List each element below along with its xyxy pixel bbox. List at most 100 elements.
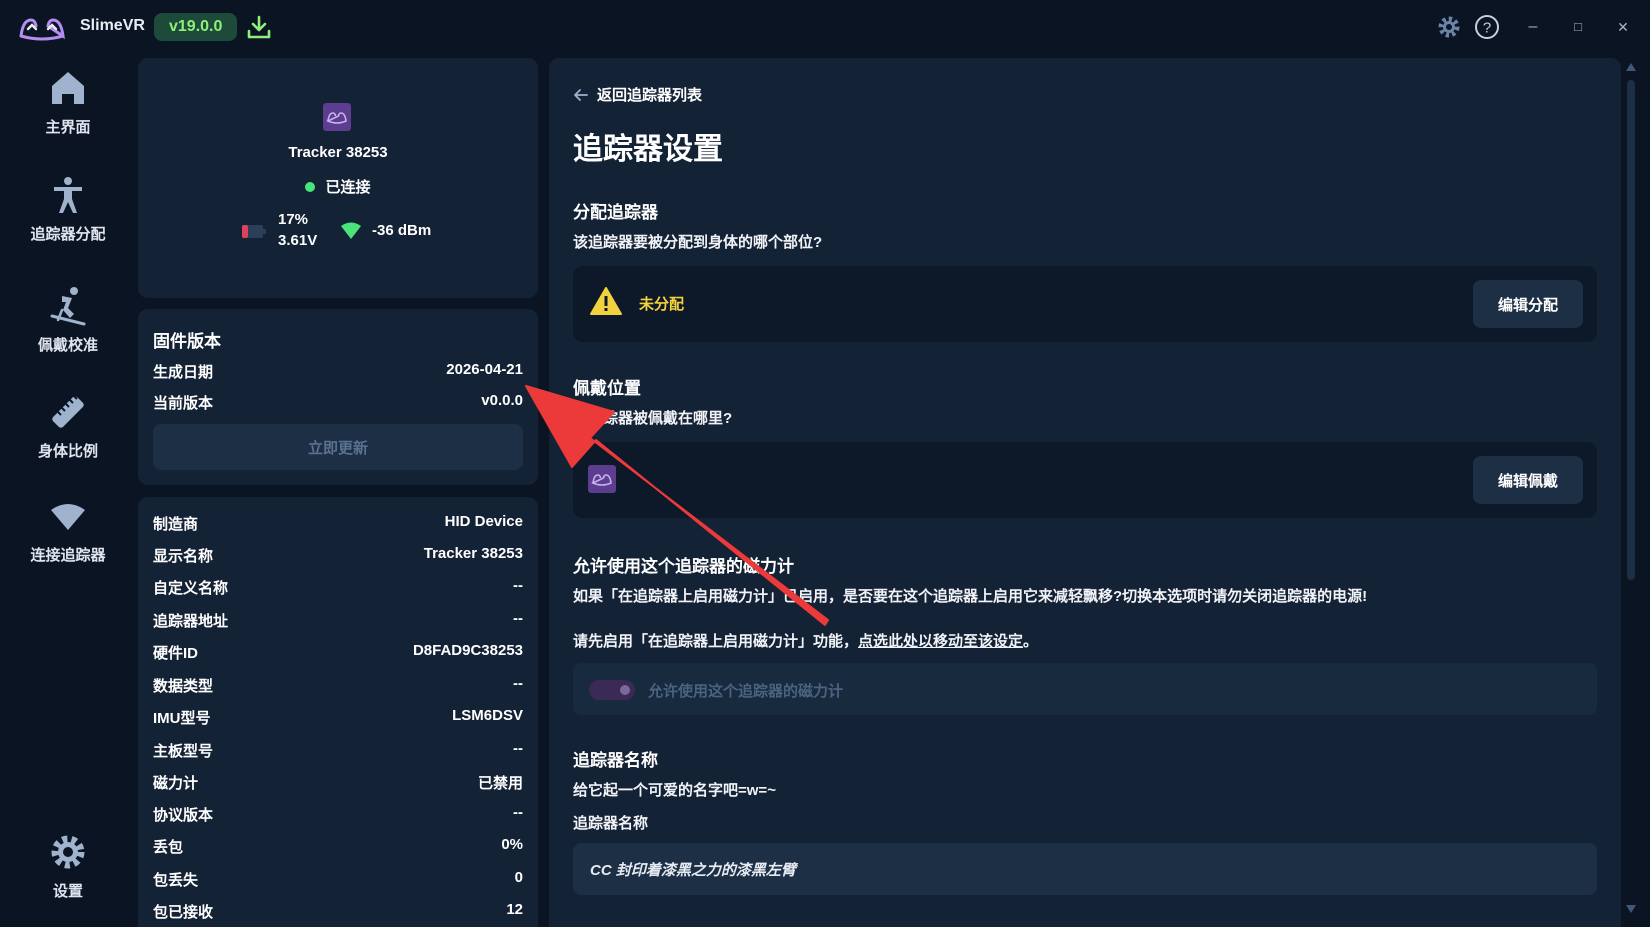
sidebar-item-assign[interactable]: 追踪器分配 <box>0 175 136 270</box>
row-value: HID Device <box>444 513 523 530</box>
edit-assignment-button[interactable]: 编辑分配 <box>1473 280 1583 328</box>
scroll-thumb[interactable] <box>1627 80 1635 580</box>
warning-icon <box>590 287 622 315</box>
back-to-tracker-list-link[interactable]: 返回追踪器列表 <box>573 84 702 105</box>
info-row: 协议版本 -- <box>153 804 523 826</box>
row-key: 硬件ID <box>153 645 199 662</box>
arrow-left-icon <box>574 88 588 101</box>
row-value: 12 <box>506 901 523 918</box>
ruler-icon <box>52 395 84 428</box>
maximize-icon[interactable]: □ <box>1567 16 1589 38</box>
sidebar-item-proportions[interactable]: 身体比例 <box>0 392 136 487</box>
name-field-label: 追踪器名称 <box>573 815 649 832</box>
info-row: 包丢失 0 <box>153 869 523 891</box>
row-key: 数据类型 <box>153 678 214 695</box>
magnetometer-toggle[interactable] <box>589 680 635 700</box>
info-row: 磁力计 已禁用 <box>153 772 523 794</box>
row-key: 主板型号 <box>153 743 214 760</box>
battery-voltage: 3.61V <box>278 232 318 249</box>
assignment-status: 未分配 <box>639 296 685 313</box>
scrollbar[interactable] <box>1622 58 1640 927</box>
toggle-knob <box>620 685 630 695</box>
sidebar-item-home[interactable]: 主界面 <box>0 68 136 163</box>
info-row: 制造商 HID Device <box>153 513 523 535</box>
row-value: -- <box>513 675 523 692</box>
status-text: 已连接 <box>325 179 371 196</box>
tracker-name-input[interactable]: CC 封印着漆黑之力的漆黑左臂 <box>573 843 1597 895</box>
mounting-question: 该追踪器被佩戴在哪里? <box>573 410 733 427</box>
slimevr-logo-icon <box>19 18 65 41</box>
info-row: 显示名称 Tracker 38253 <box>153 545 523 567</box>
row-key: 制造商 <box>153 516 199 533</box>
signal-wifi-icon <box>341 222 361 239</box>
row-key: 当前版本 <box>153 395 214 412</box>
info-row: 追踪器地址 -- <box>153 610 523 632</box>
info-row: 包已接收 12 <box>153 901 523 923</box>
sidebar-item-label: 追踪器分配 <box>30 226 106 243</box>
update-now-button[interactable]: 立即更新 <box>153 424 523 470</box>
name-heading: 追踪器名称 <box>573 751 658 770</box>
row-value: 2026-04-21 <box>446 361 523 378</box>
row-value: v0.0.0 <box>481 392 523 409</box>
help-icon[interactable]: ? <box>1474 14 1500 40</box>
person-icon <box>54 177 82 213</box>
row-value: 0 <box>514 869 523 886</box>
connection-status: 已连接 <box>138 176 538 197</box>
row-value: 0% <box>501 836 523 853</box>
row-value: 已禁用 <box>477 775 523 792</box>
page-title: 追踪器设置 <box>573 133 723 166</box>
close-icon[interactable]: ✕ <box>1612 16 1634 38</box>
go-to-setting-link[interactable]: 点选此处以移动至该设定 <box>858 633 1023 650</box>
sidebar-item-label: 主界面 <box>45 119 91 136</box>
row-key: 包丢失 <box>153 872 199 889</box>
row-key: 包已接收 <box>153 904 214 921</box>
row-key: IMU型号 <box>153 710 211 727</box>
tracker-settings-panel: 返回追踪器列表 追踪器设置 分配追踪器 该追踪器要被分配到身体的哪个部位? 未分… <box>549 58 1621 927</box>
magnetometer-heading: 允许使用这个追踪器的磁力计 <box>573 557 794 576</box>
settings-gear-icon <box>51 835 85 869</box>
hint-suffix: 。 <box>1023 633 1039 650</box>
battery-readout: 17% 3.61V <box>278 209 317 251</box>
info-row: IMU型号 LSM6DSV <box>153 707 523 729</box>
device-info-card: 制造商 HID Device 显示名称 Tracker 38253 自定义名称 -- … <box>138 497 538 927</box>
name-subtitle: 给它起一个可爱的名字吧=w=~ <box>573 782 776 799</box>
firmware-version-row: 当前版本 v0.0.0 <box>153 392 523 414</box>
row-key: 丢包 <box>153 839 184 856</box>
status-dot <box>305 182 316 192</box>
wifi-icon <box>51 504 85 530</box>
back-link-label: 返回追踪器列表 <box>597 87 703 104</box>
row-key: 生成日期 <box>153 364 214 381</box>
info-row: 数据类型 -- <box>153 675 523 697</box>
row-value: Tracker 38253 <box>423 545 523 562</box>
sidebar: 主界面 追踪器分配 佩戴校准 身体比例 连接追踪器 设置 <box>0 54 136 927</box>
row-value: LSM6DSV <box>452 707 523 724</box>
sidebar-item-calibration[interactable]: 佩戴校准 <box>0 286 136 381</box>
sidebar-item-settings[interactable]: 设置 <box>0 832 136 927</box>
sidebar-item-label: 佩戴校准 <box>37 337 98 354</box>
row-key: 显示名称 <box>153 548 214 565</box>
sidebar-item-connect[interactable]: 连接追踪器 <box>0 496 136 591</box>
firmware-title: 固件版本 <box>153 332 221 351</box>
magnetometer-description: 如果「在追踪器上启用磁力计」已启用，是否要在这个追踪器上启用它来减轻飘移?切换本… <box>573 588 1368 605</box>
mounting-box: 编辑佩戴 <box>573 442 1597 518</box>
app-name: SlimeVR <box>80 17 145 34</box>
row-value: -- <box>513 610 523 627</box>
row-key: 协议版本 <box>153 807 214 824</box>
firmware-card: 固件版本 生成日期 2026-04-21 当前版本 v0.0.0 立即更新 <box>138 309 538 485</box>
download-icon[interactable] <box>246 14 272 40</box>
version-badge[interactable]: v19.0.0 <box>154 13 238 41</box>
skier-icon <box>50 287 86 326</box>
scroll-down-icon[interactable] <box>1625 904 1637 914</box>
toggle-label: 允许使用这个追踪器的磁力计 <box>648 683 844 700</box>
svg-text:?: ? <box>1483 20 1491 37</box>
assign-question: 该追踪器要被分配到身体的哪个部位? <box>573 234 823 251</box>
scroll-up-icon[interactable] <box>1625 62 1637 72</box>
edit-mounting-button[interactable]: 编辑佩戴 <box>1473 456 1583 504</box>
minimize-icon[interactable]: – <box>1522 16 1544 38</box>
tracker-icon <box>323 103 351 131</box>
settings-gear-icon[interactable] <box>1436 14 1462 40</box>
assign-heading: 分配追踪器 <box>573 203 658 222</box>
info-row: 主板型号 -- <box>153 740 523 762</box>
row-value: D8FAD9C38253 <box>412 642 523 659</box>
title-bar: SlimeVR v19.0.0 ? – □ ✕ <box>0 0 1650 54</box>
